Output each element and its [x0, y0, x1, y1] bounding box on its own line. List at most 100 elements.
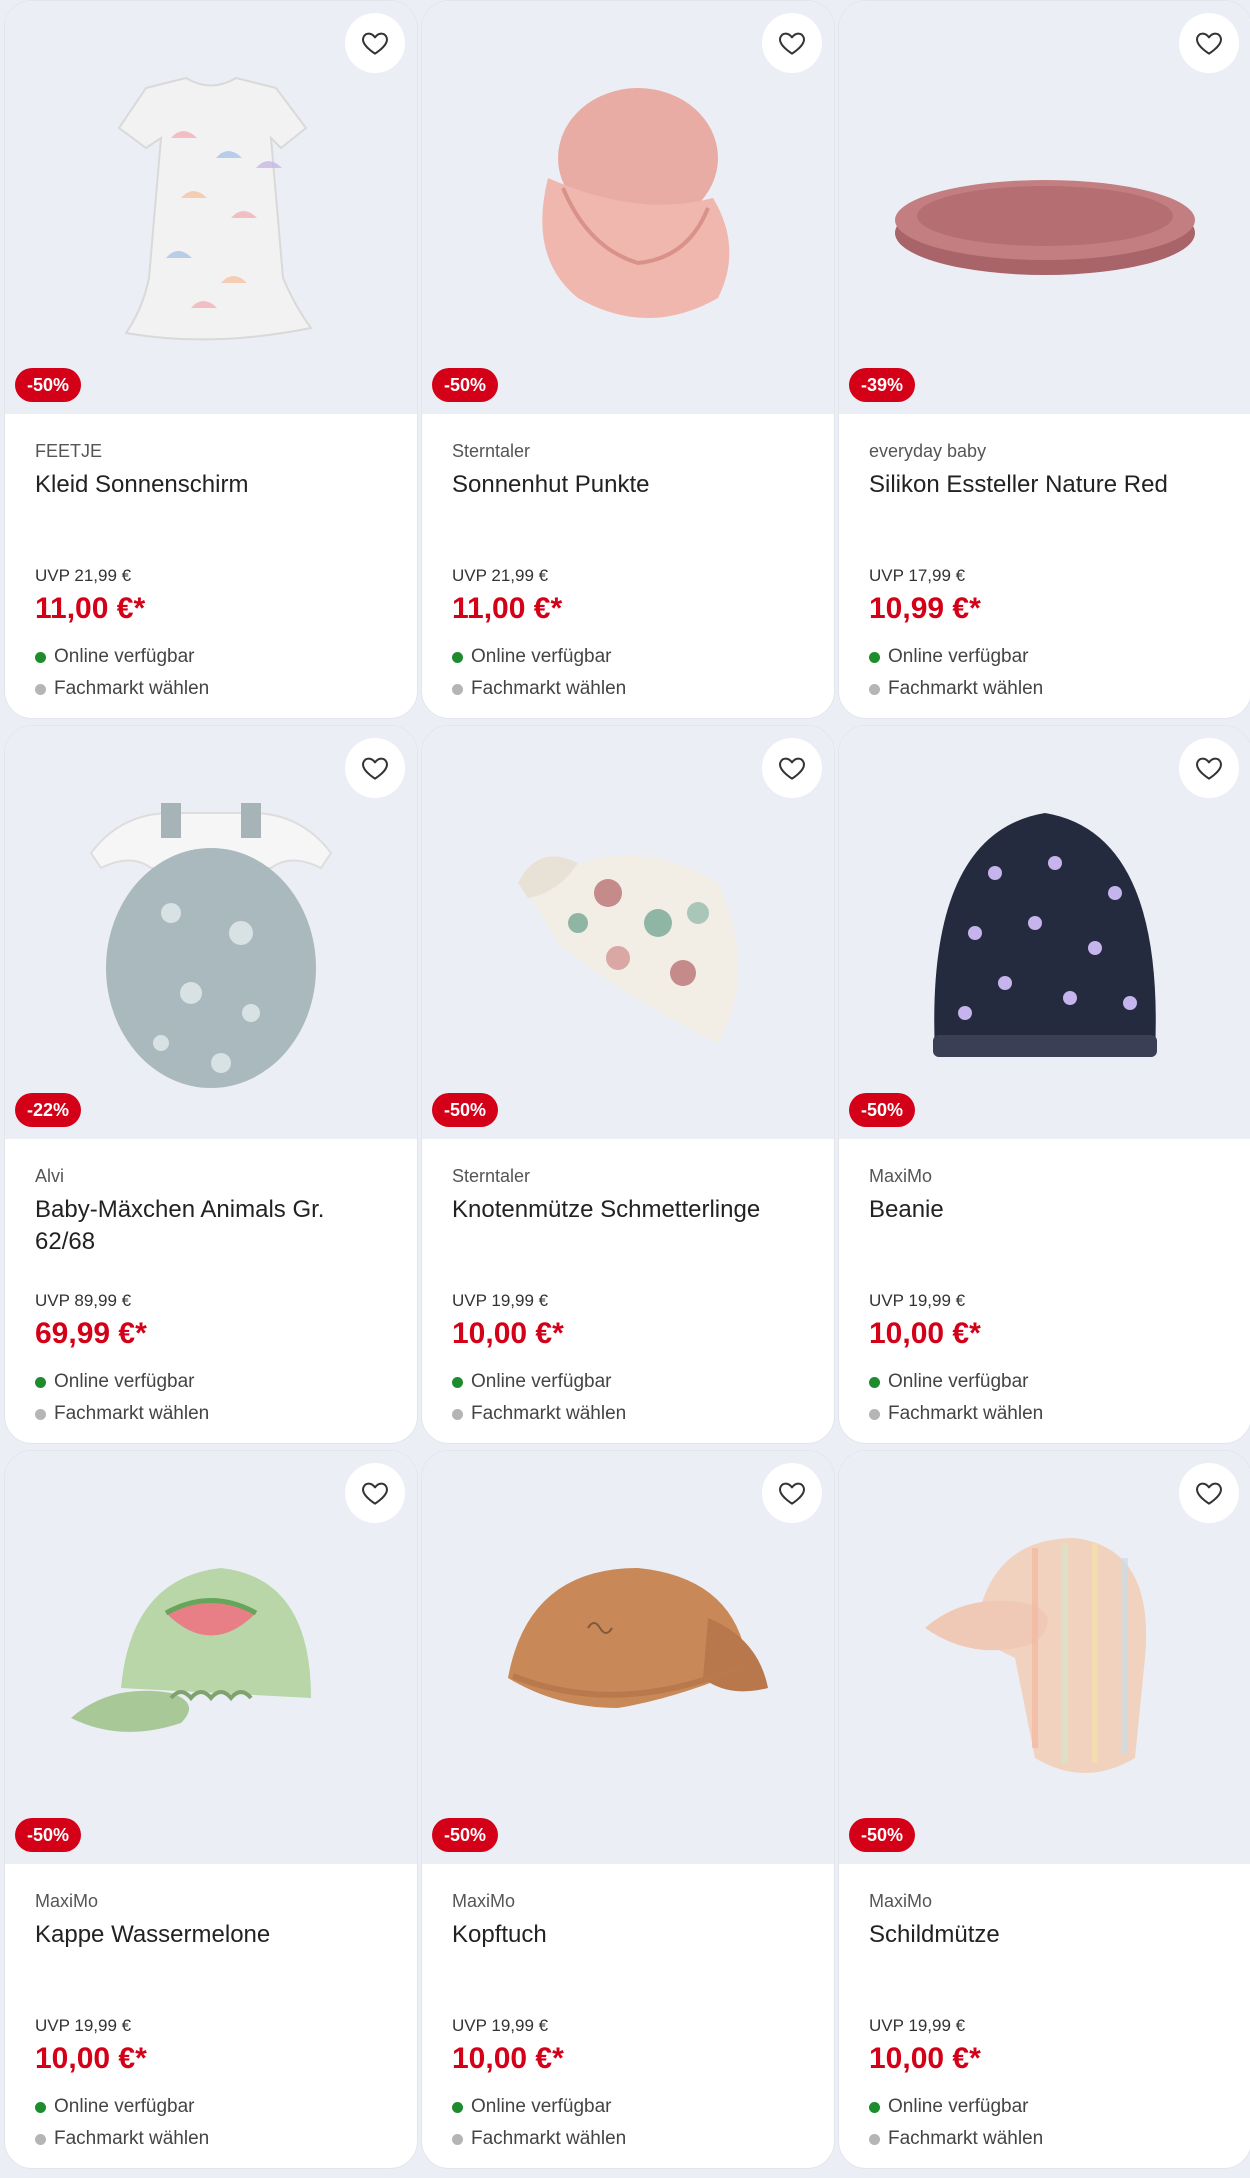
product-title[interactable]: Silikon Essteller Nature Red [869, 469, 1221, 565]
product-info: everyday baby Silikon Essteller Nature R… [839, 414, 1250, 718]
product-info: MaxiMo Kappe Wassermelone UVP 19,99 € 10… [5, 1864, 417, 2168]
product-card[interactable]: -50% MaxiMo Schildmütze UVP 19,99 € 10,0… [838, 1450, 1250, 2169]
product-image[interactable] [51, 1498, 371, 1818]
heart-outline-icon [1196, 757, 1222, 780]
online-availability-label: Online verfügbar [888, 1371, 1029, 1392]
store-select-label[interactable]: Fachmarkt wählen [54, 2128, 209, 2150]
wishlist-button[interactable] [1179, 1463, 1239, 1523]
available-dot-icon [35, 2101, 46, 2113]
online-availability-label: Online verfügbar [888, 2096, 1029, 2117]
store-select-label[interactable]: Fachmarkt wählen [888, 678, 1043, 700]
product-card[interactable]: -50% MaxiMo Kappe Wassermelone UVP 19,99… [4, 1450, 418, 2169]
wishlist-button[interactable] [345, 738, 405, 798]
product-brand: FEETJE [35, 441, 103, 461]
heart-outline-icon [1196, 32, 1222, 55]
product-image-area[interactable]: -50% [5, 1451, 417, 1864]
product-uvp: UVP 19,99 € [452, 1291, 549, 1310]
heart-outline-icon [779, 757, 805, 780]
product-card[interactable]: -50% MaxiMo Beanie UVP 19,99 € 10,00 €* … [838, 725, 1250, 1444]
product-title[interactable]: Kleid Sonnenschirm [35, 469, 387, 565]
product-image-area[interactable]: -22% [5, 726, 417, 1139]
product-image-area[interactable]: -50% [5, 1, 417, 414]
wishlist-button[interactable] [345, 13, 405, 73]
product-image-area[interactable]: -50% [839, 1451, 1250, 1864]
product-image[interactable] [51, 48, 371, 368]
product-title[interactable]: Knotenmütze Schmetterlinge [452, 1194, 804, 1290]
product-card[interactable]: -50% FEETJE Kleid Sonnenschirm UVP 21,99… [4, 0, 418, 719]
available-dot-icon [35, 651, 46, 663]
store-select-label[interactable]: Fachmarkt wählen [54, 1403, 209, 1425]
product-price: 11,00 €* [452, 592, 563, 625]
product-card[interactable]: -22% Alvi Baby-Mäxchen Animals Gr. 62/68… [4, 725, 418, 1444]
product-card[interactable]: -50% Sterntaler Sonnenhut Punkte UVP 21,… [421, 0, 835, 719]
product-card[interactable]: -39% everyday baby Silikon Essteller Nat… [838, 0, 1250, 719]
store-select-link[interactable]: Fachmarkt wählen [35, 2128, 209, 2150]
wishlist-button[interactable] [345, 1463, 405, 1523]
store-select-link[interactable]: Fachmarkt wählen [452, 678, 626, 700]
heart-outline-icon [362, 32, 388, 55]
online-availability-label: Online verfügbar [471, 646, 612, 667]
product-card[interactable]: -50% Sterntaler Knotenmütze Schmetterlin… [421, 725, 835, 1444]
product-image[interactable] [885, 773, 1205, 1093]
product-image[interactable] [468, 1498, 788, 1818]
product-title[interactable]: Sonnenhut Punkte [452, 469, 804, 565]
product-price: 10,00 €* [869, 2042, 981, 2075]
product-uvp: UVP 17,99 € [869, 566, 966, 585]
product-image-area[interactable]: -39% [839, 1, 1250, 414]
product-image-area[interactable]: -50% [422, 1451, 834, 1864]
heart-outline-icon [362, 757, 388, 780]
product-card[interactable]: -50% MaxiMo Kopftuch UVP 19,99 € 10,00 €… [421, 1450, 835, 2169]
product-price: 10,00 €* [35, 2042, 147, 2075]
product-image[interactable] [885, 1498, 1205, 1818]
store-select-link[interactable]: Fachmarkt wählen [452, 1403, 626, 1425]
product-image[interactable] [885, 48, 1205, 368]
store-select-link[interactable]: Fachmarkt wählen [35, 678, 209, 700]
product-price: 11,00 €* [35, 592, 146, 625]
product-image-area[interactable]: -50% [422, 1, 834, 414]
product-price: 10,00 €* [869, 1317, 981, 1350]
heart-outline-icon [1196, 1482, 1222, 1505]
store-select-link[interactable]: Fachmarkt wählen [452, 2128, 626, 2150]
store-select-link[interactable]: Fachmarkt wählen [35, 1403, 209, 1425]
product-image[interactable] [468, 773, 788, 1093]
product-info: MaxiMo Beanie UVP 19,99 € 10,00 €* Onlin… [839, 1139, 1250, 1443]
available-dot-icon [869, 2101, 880, 2113]
store-select-label[interactable]: Fachmarkt wählen [54, 678, 209, 700]
available-dot-icon [452, 2101, 463, 2113]
available-dot-icon [35, 1376, 46, 1388]
wishlist-button[interactable] [762, 738, 822, 798]
product-image-area[interactable]: -50% [422, 726, 834, 1139]
product-uvp: UVP 19,99 € [869, 2016, 966, 2035]
product-uvp: UVP 21,99 € [452, 566, 549, 585]
wishlist-button[interactable] [762, 13, 822, 73]
product-image-area[interactable]: -50% [839, 726, 1250, 1139]
product-title[interactable]: Kappe Wassermelone [35, 1919, 387, 2015]
online-availability: Online verfügbar [35, 2096, 194, 2118]
store-select-link[interactable]: Fachmarkt wählen [869, 2128, 1043, 2150]
product-title[interactable]: Schildmütze [869, 1919, 1221, 2015]
product-title[interactable]: Kopftuch [452, 1919, 804, 2015]
wishlist-button[interactable] [1179, 738, 1239, 798]
product-uvp: UVP 19,99 € [35, 2016, 132, 2035]
product-title[interactable]: Baby-Mäxchen Animals Gr. 62/68 [35, 1194, 387, 1290]
wishlist-button[interactable] [762, 1463, 822, 1523]
store-select-label[interactable]: Fachmarkt wählen [471, 1403, 626, 1425]
product-image[interactable] [468, 48, 788, 368]
product-uvp: UVP 19,99 € [869, 1291, 966, 1310]
store-dot-icon [869, 2133, 880, 2145]
online-availability-label: Online verfügbar [888, 646, 1029, 667]
store-select-label[interactable]: Fachmarkt wählen [888, 1403, 1043, 1425]
store-select-label[interactable]: Fachmarkt wählen [471, 2128, 626, 2150]
product-title[interactable]: Beanie [869, 1194, 1221, 1290]
discount-badge: -50% [849, 1818, 916, 1852]
online-availability: Online verfügbar [452, 2096, 611, 2118]
available-dot-icon [452, 1376, 463, 1388]
store-select-link[interactable]: Fachmarkt wählen [869, 1403, 1043, 1425]
store-select-label[interactable]: Fachmarkt wählen [888, 2128, 1043, 2150]
store-select-link[interactable]: Fachmarkt wählen [869, 678, 1043, 700]
product-brand: Sterntaler [452, 1166, 531, 1186]
product-image[interactable] [51, 773, 371, 1093]
online-availability: Online verfügbar [452, 646, 611, 668]
wishlist-button[interactable] [1179, 13, 1239, 73]
store-select-label[interactable]: Fachmarkt wählen [471, 678, 626, 700]
